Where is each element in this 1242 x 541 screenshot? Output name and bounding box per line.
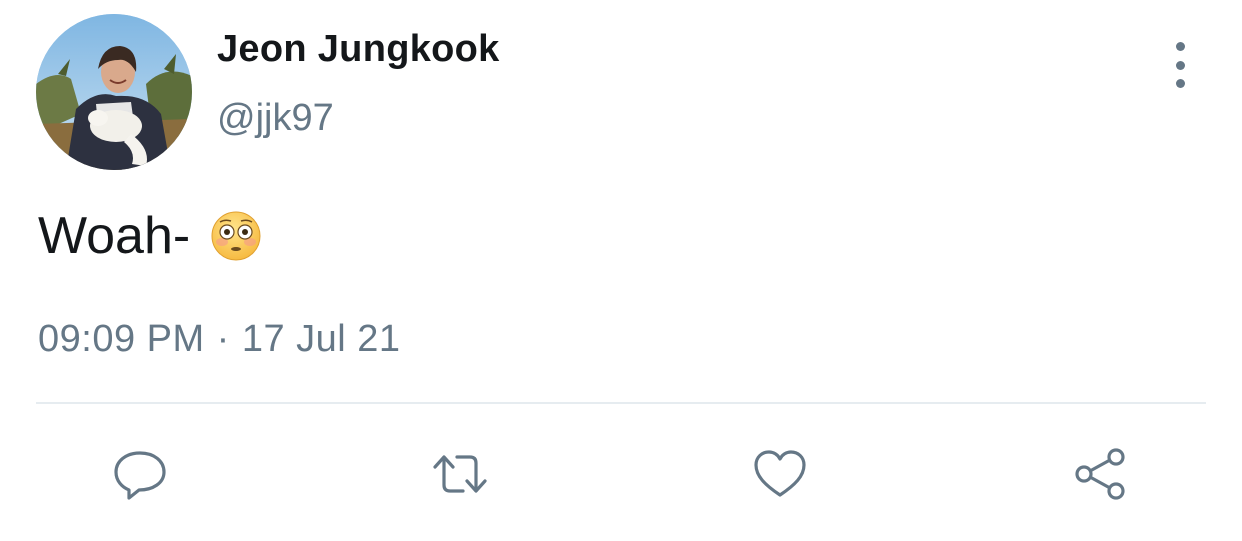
display-name[interactable]: Jeon Jungkook [217,28,500,71]
reply-icon [114,451,166,500]
like-button[interactable] [748,442,812,506]
retweet-icon [433,455,487,493]
tweet-body: Woah- [38,207,191,265]
more-options-button[interactable] [1160,42,1200,88]
retweet-button[interactable] [428,442,492,506]
more-dot [1175,60,1185,70]
avatar[interactable] [36,14,192,170]
heart-icon [754,450,806,497]
share-icon [1075,448,1125,500]
more-vertical-icon [1175,42,1185,51]
avatar-photo [36,14,192,170]
tweet-card: Jeon Jungkook @jjk97 Woah- 09:09 PM · 17… [0,0,1242,541]
tweet-time: 09:09 PM [38,318,205,360]
reply-button[interactable] [108,442,172,506]
timestamp-separator: · [216,318,230,360]
share-button[interactable] [1068,442,1132,506]
more-dot [1175,79,1185,88]
divider [36,402,1206,404]
tweet-timestamp[interactable]: 09:09 PM · 17 Jul 21 [38,318,401,361]
flushed-face-icon [210,210,262,262]
user-handle[interactable]: @jjk97 [217,97,334,140]
tweet-date: 17 Jul 21 [241,318,401,360]
tweet-text: Woah- [38,206,262,266]
